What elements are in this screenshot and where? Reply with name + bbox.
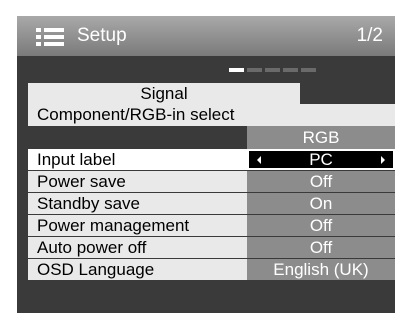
page-dash xyxy=(301,68,316,72)
setting-value[interactable]: Off xyxy=(247,237,395,258)
setting-label: Standby save xyxy=(28,193,247,214)
setting-value[interactable]: On xyxy=(247,193,395,214)
setting-label: Auto power off xyxy=(28,237,247,258)
setting-row-standby-save[interactable]: Standby save On xyxy=(28,193,395,214)
page-indicator: 1/2 xyxy=(356,25,383,46)
setting-value[interactable]: Off xyxy=(247,171,395,192)
setting-row-auto-power-off[interactable]: Auto power off Off xyxy=(28,237,395,258)
setup-menu: Setup 1/2 Signal Component/RGB-in select… xyxy=(17,16,395,313)
setting-value-text: PC xyxy=(309,150,333,169)
setting-label: Power save xyxy=(28,171,247,192)
menu-list-icon xyxy=(36,28,64,46)
page-dash xyxy=(265,68,280,72)
menu-header: Setup 1/2 xyxy=(17,16,395,56)
page-dash xyxy=(283,68,298,72)
component-rgb-select-label[interactable]: Component/RGB-in select xyxy=(28,104,395,126)
signal-submenu-button[interactable]: Signal xyxy=(28,83,300,104)
setting-value[interactable]: English (UK) xyxy=(247,259,395,280)
menu-title: Setup xyxy=(77,25,127,46)
setting-label: OSD Language xyxy=(28,259,247,280)
arrow-right-icon[interactable] xyxy=(381,156,385,164)
osd-screen: Setup 1/2 Signal Component/RGB-in select… xyxy=(0,0,411,313)
setting-value[interactable]: PC xyxy=(247,149,395,170)
page-dash xyxy=(247,68,262,72)
page-dash xyxy=(229,68,244,72)
setting-row-osd-language[interactable]: OSD Language English (UK) xyxy=(28,259,395,280)
setting-value[interactable]: Off xyxy=(247,215,395,236)
setting-row-power-save[interactable]: Power save Off xyxy=(28,171,395,192)
arrow-left-icon[interactable] xyxy=(257,156,261,164)
setting-label: Input label xyxy=(28,149,247,170)
setting-label: Power management xyxy=(28,215,247,236)
setting-row-input-label[interactable]: Input label PC xyxy=(28,149,395,170)
page-dots xyxy=(229,68,316,72)
component-rgb-select-value[interactable]: RGB xyxy=(247,126,395,149)
setting-row-power-management[interactable]: Power management Off xyxy=(28,215,395,236)
